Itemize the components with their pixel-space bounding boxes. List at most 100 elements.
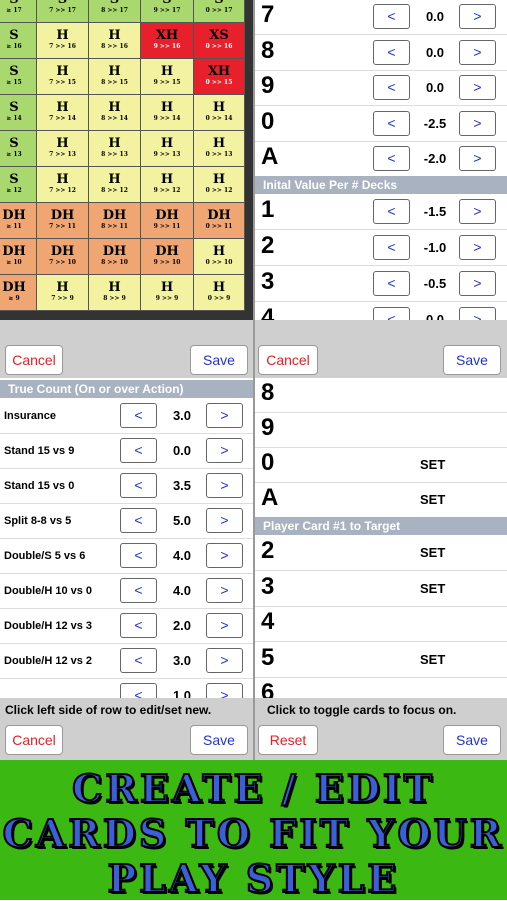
action-row[interactable]: Stand 15 vs 9 <0.0 > — [0, 433, 253, 469]
decrement-button[interactable]: < — [120, 473, 157, 498]
save-button[interactable]: Save — [190, 345, 248, 375]
increment-button[interactable]: > — [459, 146, 496, 171]
count-row[interactable]: 2 < -1.0 > — [255, 230, 507, 266]
increment-button[interactable]: > — [459, 307, 496, 320]
count-row[interactable]: 0 < -2.5 > — [255, 106, 507, 142]
grid-cell[interactable]: H8 >> 12 — [89, 167, 141, 203]
decrement-button[interactable]: < — [373, 307, 410, 320]
grid-cell[interactable]: S9 >> 17 — [141, 0, 194, 23]
action-row[interactable]: Insurance <3.0 > — [0, 398, 253, 434]
action-row[interactable]: Split 8-8 vs 5 <5.0 > — [0, 503, 253, 539]
increment-button[interactable]: > — [206, 473, 243, 498]
grid-cell[interactable]: H8 >> 13 — [89, 131, 141, 167]
target-card-row[interactable]: 8 — [255, 378, 507, 413]
grid-cell[interactable]: DH 8 >> 10 — [89, 239, 141, 275]
action-row[interactable]: Double/H 10 vs 0 <4.0 > — [0, 573, 253, 609]
grid-cell[interactable]: H8 >> 9 — [89, 275, 141, 311]
grid-cell[interactable]: H7 >> 12 — [37, 167, 89, 203]
save-button[interactable]: Save — [190, 725, 248, 755]
grid-cell[interactable]: H7 >> 9 — [37, 275, 89, 311]
grid-cell[interactable]: DH 0 >> 11 — [194, 203, 245, 239]
grid-cell[interactable]: S ≥ 14 — [0, 95, 37, 131]
grid-cell[interactable]: H8 >> 15 — [89, 59, 141, 95]
grid-cell[interactable]: H7 >> 13 — [37, 131, 89, 167]
decrement-button[interactable]: < — [120, 683, 157, 698]
increment-button[interactable]: > — [459, 271, 496, 296]
action-row[interactable]: Double/H 12 vs 3 <2.0 > — [0, 608, 253, 644]
decrement-button[interactable]: < — [120, 543, 157, 568]
cancel-button[interactable]: Cancel — [5, 345, 63, 375]
grid-cell[interactable]: H9 >> 13 — [141, 131, 194, 167]
grid-cell[interactable]: H9 >> 15 — [141, 59, 194, 95]
grid-cell[interactable]: DH 9 >> 10 — [141, 239, 194, 275]
cancel-button[interactable]: Cancel — [5, 725, 63, 755]
decrement-button[interactable]: < — [120, 438, 157, 463]
target-card-row[interactable]: 0 SET — [255, 447, 507, 483]
grid-cell[interactable]: H7 >> 15 — [37, 59, 89, 95]
increment-button[interactable]: > — [206, 683, 243, 698]
decrement-button[interactable]: < — [120, 578, 157, 603]
increment-button[interactable]: > — [459, 75, 496, 100]
target-card-row[interactable]: 5 SET — [255, 642, 507, 678]
grid-cell[interactable]: H9 >> 14 — [141, 95, 194, 131]
grid-cell[interactable]: S ≥ 13 — [0, 131, 37, 167]
grid-cell[interactable]: H0 >> 12 — [194, 167, 245, 203]
grid-cell[interactable]: H7 >> 16 — [37, 23, 89, 59]
decrement-button[interactable]: < — [120, 613, 157, 638]
grid-cell[interactable]: H7 >> 14 — [37, 95, 89, 131]
target-card-row[interactable]: 9 — [255, 412, 507, 448]
increment-button[interactable]: > — [206, 403, 243, 428]
grid-cell[interactable]: DH 7 >> 11 — [37, 203, 89, 239]
grid-cell[interactable]: S8 >> 17 — [89, 0, 141, 23]
reset-button[interactable]: Reset — [258, 725, 318, 755]
increment-button[interactable]: > — [459, 4, 496, 29]
increment-button[interactable]: > — [206, 508, 243, 533]
grid-cell[interactable]: DH ≥ 10 — [0, 239, 37, 275]
grid-cell[interactable]: S0 >> 17 — [194, 0, 245, 23]
grid-cell[interactable]: DH 8 >> 11 — [89, 203, 141, 239]
grid-cell[interactable]: DH 9 >> 11 — [141, 203, 194, 239]
action-row[interactable]: Double/S 5 vs 6 <4.0 > — [0, 538, 253, 574]
grid-cell[interactable]: XH 9 >> 16 — [141, 23, 194, 59]
grid-cell[interactable]: H8 >> 14 — [89, 95, 141, 131]
decrement-button[interactable]: < — [120, 403, 157, 428]
count-row[interactable]: 9 <0.0 > — [255, 70, 507, 106]
action-row[interactable]: Double/H 12 vs 2 <3.0 > — [0, 643, 253, 679]
grid-cell[interactable]: H0 >> 10 — [194, 239, 245, 275]
grid-cell[interactable]: DH 7 >> 10 — [37, 239, 89, 275]
grid-cell[interactable]: S7 >> 17 — [37, 0, 89, 23]
grid-cell[interactable]: H9 >> 12 — [141, 167, 194, 203]
grid-cell[interactable]: DH ≥ 11 — [0, 203, 37, 239]
decrement-button[interactable]: < — [373, 199, 410, 224]
grid-cell[interactable]: S ≥ 12 — [0, 167, 37, 203]
grid-cell[interactable]: XH 0 >> 15 — [194, 59, 245, 95]
grid-cell[interactable]: S ≥ 15 — [0, 59, 37, 95]
save-button[interactable]: Save — [443, 725, 501, 755]
increment-button[interactable]: > — [459, 235, 496, 260]
decrement-button[interactable]: < — [373, 235, 410, 260]
decrement-button[interactable]: < — [373, 39, 410, 65]
grid-cell[interactable]: H8 >> 16 — [89, 23, 141, 59]
target-card-row[interactable]: 3 SET — [255, 571, 507, 607]
increment-button[interactable]: > — [206, 543, 243, 568]
count-row[interactable]: 7 <0.0 > — [255, 0, 507, 35]
grid-cell[interactable]: H0 >> 14 — [194, 95, 245, 131]
decrement-button[interactable]: < — [373, 146, 410, 171]
target-card-row[interactable]: A SET — [255, 482, 507, 518]
action-row[interactable]: <1.0 > — [0, 678, 253, 698]
decrement-button[interactable]: < — [373, 75, 410, 100]
count-row[interactable]: 1 < -1.5 > — [255, 194, 507, 230]
increment-button[interactable]: > — [459, 39, 496, 65]
grid-cell[interactable]: H0 >> 13 — [194, 131, 245, 167]
target-card-row[interactable]: 4 — [255, 606, 507, 642]
target-card-row[interactable]: 6 — [255, 677, 507, 698]
increment-button[interactable]: > — [206, 578, 243, 603]
decrement-button[interactable]: < — [120, 508, 157, 533]
grid-cell[interactable]: H9 >> 9 — [141, 275, 194, 311]
increment-button[interactable]: > — [206, 648, 243, 673]
count-row[interactable]: 4 <0.0 > — [255, 302, 507, 320]
cancel-button[interactable]: Cancel — [258, 345, 318, 375]
decrement-button[interactable]: < — [120, 648, 157, 673]
decrement-button[interactable]: < — [373, 4, 410, 29]
increment-button[interactable]: > — [459, 199, 496, 224]
